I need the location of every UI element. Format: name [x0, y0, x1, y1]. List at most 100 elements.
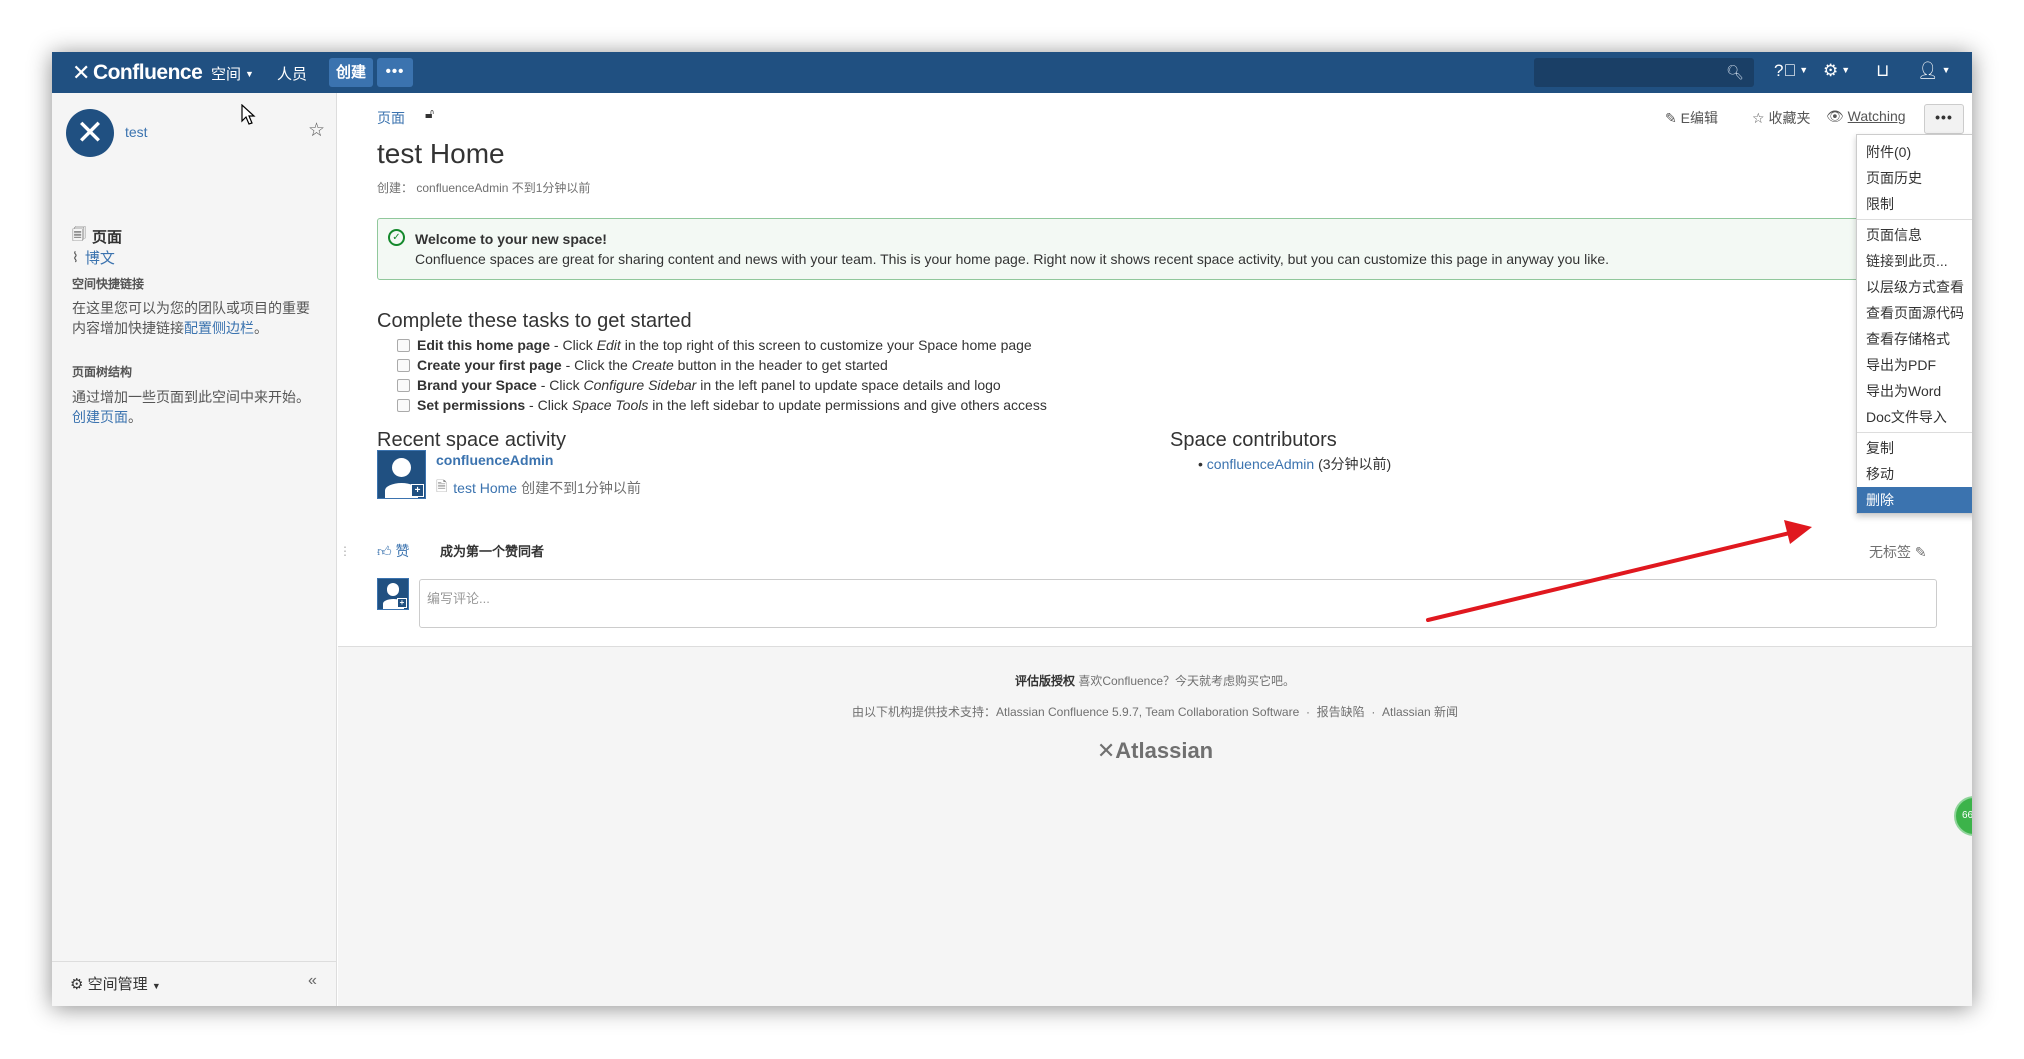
menu-item-page-info[interactable]: 页面信息	[1857, 222, 1972, 248]
create-button[interactable]: 创建	[329, 58, 373, 87]
labels-edit[interactable]: 无标签 ✎	[1869, 542, 1927, 562]
eye-icon: 👁︎	[1826, 108, 1844, 124]
task-item: Set permissions - Click Space Tools in t…	[397, 397, 1047, 413]
recent-activity-heading: Recent space activity	[377, 429, 566, 451]
unlock-icon[interactable]: 🔓︎	[425, 105, 434, 122]
task-checkbox[interactable]	[397, 398, 410, 412]
menu-divider	[1857, 432, 1972, 433]
menu-item-doc-import[interactable]: Doc文件导入	[1857, 404, 1972, 430]
help-icon: ?⃝	[1774, 61, 1797, 80]
activity-page-link[interactable]: test Home	[453, 480, 517, 496]
rss-icon: ⌇	[72, 249, 79, 265]
task-checkbox[interactable]	[397, 338, 410, 352]
atlassian-logo[interactable]: ✕Atlassian	[338, 738, 1972, 764]
configure-sidebar-link[interactable]: 配置侧边栏	[184, 320, 254, 336]
sidebar-resize-handle[interactable]: ⋮	[339, 544, 351, 558]
page-footer: 评估版授权 喜欢Confluence？今天就考虑购买它吧。 由以下机构提供技术支…	[338, 646, 1972, 1006]
license-notice: 评估版授权 喜欢Confluence？今天就考虑购买它吧。	[1014, 674, 1296, 688]
page-icon: 🗎︎	[436, 478, 448, 494]
inbox-icon: ⊔	[1876, 61, 1890, 80]
welcome-notice: ✓ Welcome to your new space! Confluence …	[377, 218, 1937, 280]
user-icon: 👤︎	[1917, 61, 1939, 80]
annotation-arrow	[1426, 520, 1812, 622]
space-logo[interactable]: ✕	[66, 109, 114, 157]
browser-window: ✕ Confluence 空间 ▼ 人员 创建 ••• 🔍︎ ?⃝ ▼ ⚙ ▼ ⊔ 👤…	[52, 52, 1972, 1006]
task-checkbox[interactable]	[397, 358, 410, 372]
task-item: Brand your Space - Click Configure Sideb…	[397, 377, 1001, 393]
sidebar-footer: ⚙ 空间管理 ▼ «	[52, 961, 337, 1006]
confluence-logo[interactable]: ✕ Confluence	[72, 60, 203, 86]
search-input[interactable]: 🔍︎	[1534, 58, 1754, 87]
settings-menu[interactable]: ⚙ ▼	[1823, 61, 1850, 81]
page-title: test Home	[377, 138, 505, 169]
breadcrumb[interactable]: 页面	[377, 108, 405, 128]
menu-item-attachments[interactable]: 附件(0)	[1857, 139, 1972, 165]
powered-by: 由以下机构提供技术支持：Atlassian Confluence 5.9.7, …	[851, 705, 1459, 719]
collapse-sidebar-icon[interactable]: «	[308, 972, 317, 990]
menu-item-view-hierarchy[interactable]: 以层级方式查看	[1857, 274, 1972, 300]
menu-item-restrictions[interactable]: 限制	[1857, 191, 1972, 217]
page-tree-text: 通过增加一些页面到此空间中来开始。 创建页面。	[72, 389, 310, 425]
user-menu[interactable]: 👤︎ ▼	[1917, 61, 1951, 81]
activity-item: 🗎︎ test Home 创建不到1分钟以前	[436, 476, 641, 500]
menu-item-view-source[interactable]: 查看页面源代码	[1857, 300, 1972, 326]
shortcuts-heading: 空间快捷链接	[72, 277, 145, 291]
edit-button[interactable]: ✎ E编辑	[1665, 108, 1718, 128]
like-button[interactable]: 👍︎ 赞	[377, 541, 410, 561]
top-navigation-bar: ✕ Confluence 空间 ▼ 人员 创建 ••• 🔍︎ ?⃝ ▼ ⚙ ▼ ⊔ 👤…	[52, 52, 1972, 93]
task-checkbox[interactable]	[397, 378, 410, 392]
thumbs-up-icon: 👍︎	[377, 543, 392, 559]
search-icon: 🔍︎	[1726, 64, 1744, 80]
atlassian-x-icon: ✕	[1096, 738, 1116, 763]
page-tools-more-button[interactable]: •••	[1924, 104, 1964, 134]
shortcuts-text: 在这里您可以为您的团队或项目的重要内容增加快捷链接配置侧边栏。	[72, 300, 310, 336]
report-bug-link[interactable]: 报告缺陷	[1317, 705, 1365, 719]
page-byline: 创建： confluenceAdmin 不到1分钟以前	[377, 181, 591, 195]
star-icon[interactable]: ☆	[308, 119, 325, 142]
page-tools-dropdown: 附件(0) 页面历史 限制 页面信息 链接到此页... 以层级方式查看 查看页面…	[1856, 134, 1972, 514]
gear-icon: ⚙	[1823, 61, 1839, 80]
gear-icon: ⚙	[70, 976, 84, 993]
space-tools-menu[interactable]: ⚙ 空间管理 ▼	[70, 973, 161, 994]
sidebar-item-pages[interactable]: 🗐︎ 页面	[72, 224, 122, 248]
atlassian-news-link[interactable]: Atlassian 新闻	[1382, 705, 1458, 719]
space-name-link[interactable]: test	[125, 124, 148, 140]
avatar[interactable]: +	[377, 450, 426, 499]
check-circle-icon: ✓	[388, 229, 405, 246]
contributor-link[interactable]: confluenceAdmin	[1207, 456, 1314, 472]
comment-avatar: +	[377, 578, 409, 610]
people-link[interactable]: 人员	[277, 63, 307, 84]
menu-item-view-storage-format[interactable]: 查看存储格式	[1857, 326, 1972, 352]
activity-user-link[interactable]: confluenceAdmin	[436, 452, 553, 468]
menu-item-copy[interactable]: 复制	[1857, 435, 1972, 461]
pages-icon: 🗐︎	[72, 226, 86, 242]
task-item: Create your first page - Click the Creat…	[397, 357, 888, 373]
contributors-heading: Space contributors	[1170, 429, 1337, 451]
like-summary: 成为第一个赞同者	[440, 544, 545, 559]
create-more-button[interactable]: •••	[377, 58, 413, 87]
menu-item-export-word[interactable]: 导出为Word	[1857, 378, 1972, 404]
pencil-icon: ✎	[1914, 544, 1927, 560]
menu-item-page-history[interactable]: 页面历史	[1857, 165, 1972, 191]
contributor-item: • confluenceAdmin (3分钟以前)	[1198, 456, 1392, 472]
pencil-icon: ✎	[1665, 110, 1677, 126]
create-page-link[interactable]: 创建页面	[72, 409, 128, 425]
menu-item-link-to-page[interactable]: 链接到此页...	[1857, 248, 1972, 274]
task-item: Edit this home page - Click Edit in the …	[397, 337, 1032, 353]
tasks-heading: Complete these tasks to get started	[377, 310, 692, 332]
favourite-button[interactable]: ☆ 收藏夹	[1752, 108, 1810, 128]
notifications-button[interactable]: ⊔	[1876, 61, 1889, 81]
menu-item-delete[interactable]: 删除	[1857, 487, 1972, 513]
menu-divider	[1857, 219, 1972, 220]
menu-item-export-pdf[interactable]: 导出为PDF	[1857, 352, 1972, 378]
menu-item-move[interactable]: 移动	[1857, 461, 1972, 487]
watch-button[interactable]: 👁︎ Watching	[1826, 108, 1906, 125]
confluence-x-icon: ✕	[72, 60, 90, 85]
page-tree-heading: 页面树结构	[72, 365, 133, 379]
help-menu[interactable]: ?⃝ ▼	[1774, 61, 1808, 81]
sidebar-item-blog[interactable]: ⌇ 博文	[72, 247, 115, 268]
chevron-down-icon: ▼	[245, 69, 254, 79]
spaces-menu[interactable]: 空间 ▼	[211, 63, 254, 84]
mouse-cursor-icon	[241, 104, 256, 125]
star-icon: ☆	[1752, 110, 1765, 126]
